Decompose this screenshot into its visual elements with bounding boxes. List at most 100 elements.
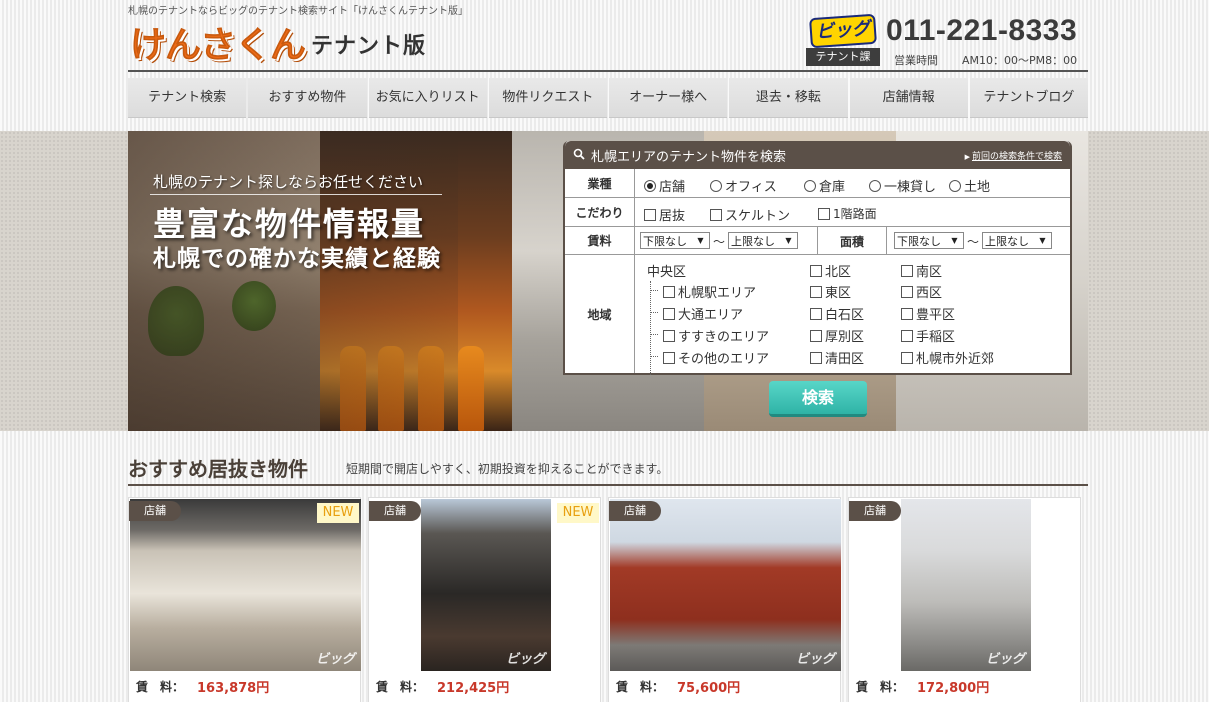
type-radio-office[interactable]: オフィス [710,176,777,195]
type-radio-store[interactable]: 店舗 [644,176,685,195]
previous-search-link[interactable]: ▶ 前回の検索条件で検索 [965,149,1062,162]
rent-min-value: 下限なし [643,234,687,248]
region-check-susukino[interactable]: すすきのエリア [663,326,769,345]
feature-row: こだわり 居抜 スケルトン 1階路面 [565,198,1070,227]
ward-label: 清田区 [825,352,865,367]
nav-request[interactable]: 物件リクエスト [488,78,607,118]
radio-icon [869,179,881,192]
region-check-shiroishi[interactable]: 白石区 [810,304,864,323]
region-central: 中央区 [647,261,686,280]
feature-label: こだわり [565,198,635,226]
ward-label: 厚別区 [825,330,865,345]
region-row: 地域 中央区 札幌駅エリア 大通エリア すすきのエリア その他のエリア 北区 東… [565,255,1070,375]
nav-move-out[interactable]: 退去・移転 [729,78,848,118]
search-panel-title: 札幌エリアのテナント物件を検索 [591,150,787,165]
ward-label: 白石区 [825,308,865,323]
rent-label: 賃 料： [136,680,185,694]
listing-card[interactable]: ビッグ 店舗 賃 料： 75,600円 [608,497,841,702]
ward-label: 南区 [916,265,943,280]
region-label-other: その他のエリア [678,352,770,367]
region-check-kiyota[interactable]: 清田区 [810,348,864,367]
phone-number: 011-221-8333 [886,14,1078,47]
chevron-down-icon: ▼ [1039,236,1046,245]
region-check-toyohira[interactable]: 豊平区 [901,304,955,323]
photo-watermark: ビッグ [985,652,1025,667]
feature-check-inuki[interactable]: 居抜 [644,205,685,224]
type-label-store: 店舗 [659,180,686,195]
listing-card[interactable]: ビッグ 店舗 賃 料： 172,800円 [848,497,1081,702]
nav-tenant-search[interactable]: テナント検索 [128,78,247,118]
nav-recommended[interactable]: おすすめ物件 [248,78,367,118]
size-max-select[interactable]: 上限なし ▼ [982,232,1052,249]
type-radio-land[interactable]: 土地 [949,176,990,195]
checkbox-icon [663,307,675,320]
chevron-down-icon: ▼ [785,236,792,245]
nav-store-info[interactable]: 店舗情報 [849,78,968,118]
region-check-kita[interactable]: 北区 [810,261,851,280]
feature-check-ground-floor[interactable]: 1階路面 [818,205,877,222]
type-label-whole-building: 一棟貸し [884,180,937,195]
listing-card[interactable]: ビッグ 店舗 NEW 賃 料： 212,425円 [368,497,601,702]
tree-connector [650,281,651,375]
checkbox-icon [663,329,675,342]
central-ward-label: 中央区 [647,265,687,280]
search-panel-header: 札幌エリアのテナント物件を検索 ▶ 前回の検索条件で検索 [565,141,1070,169]
photo-watermark: ビッグ [795,652,835,667]
region-check-higashi[interactable]: 東区 [810,282,851,301]
region-label: 地域 [565,255,635,373]
type-label-warehouse: 倉庫 [819,180,846,195]
nav-blog[interactable]: テナントブログ [969,78,1088,118]
hours-label: 営業時間 [894,54,938,67]
region-check-suburbs[interactable]: 札幌市外近郊 [901,348,994,367]
region-check-sapporo-station[interactable]: 札幌駅エリア [663,282,756,301]
type-radio-whole-building[interactable]: 一棟貸し [869,176,936,195]
region-check-nishi[interactable]: 西区 [901,282,942,301]
listing-photo: ビッグ [421,499,551,671]
nav-owners[interactable]: オーナー様へ [609,78,728,118]
brand-badge: ビッグ [809,13,877,49]
type-radio-warehouse[interactable]: 倉庫 [804,176,845,195]
rent-max-select[interactable]: 上限なし ▼ [728,232,798,249]
header-divider [128,70,1088,72]
hero-rule [150,194,442,195]
site-logo[interactable]: けんさくん テナント版 [130,18,426,68]
contact-block: ビッグ テナント課 011-221-8333 営業時間 AM10：00～PM8：… [806,13,1090,70]
chevron-down-icon: ▼ [951,236,958,245]
rent-min-select[interactable]: 下限なし ▼ [640,232,710,249]
chevron-down-icon: ▼ [697,236,704,245]
listing-rent: 172,800円 [917,681,990,696]
region-check-odori[interactable]: 大通エリア [663,304,743,323]
bar-stool-graphic [458,346,484,431]
ward-label: 豊平区 [916,308,956,323]
region-check-minami[interactable]: 南区 [901,261,942,280]
tree-branch [650,290,658,291]
region-check-atsubetsu[interactable]: 厚別区 [810,326,864,345]
global-nav: テナント検索 おすすめ物件 お気に入りリスト 物件リクエスト オーナー様へ 退去… [128,78,1088,118]
ward-label: 西区 [916,286,943,301]
rent-label: 賃 料： [856,680,905,694]
nav-favorites[interactable]: お気に入りリスト [368,78,487,118]
hero-subheadline: 札幌での確かな実績と経験 [153,246,441,272]
listing-rent: 163,878円 [197,681,270,696]
listing-photo: ビッグ [901,499,1031,671]
listing-card[interactable]: ビッグ 店舗 NEW 賃 料： 163,878円 [128,497,361,702]
region-check-teine[interactable]: 手稲区 [901,326,955,345]
ward-label: 手稲区 [916,330,956,345]
department-label: テナント課 [806,48,880,66]
rent-size-row: 賃料 下限なし ▼ ～ 上限なし ▼ 面積 下限なし ▼ ～ 上限なし ▼ [565,227,1070,255]
checkbox-icon [644,208,656,221]
ward-label: 北区 [825,265,852,280]
size-min-select[interactable]: 下限なし ▼ [894,232,964,249]
ward-label: 札幌市外近郊 [916,352,995,367]
feature-label-ground-floor: 1階路面 [833,207,877,221]
feature-check-skeleton[interactable]: スケルトン [710,205,790,224]
radio-icon [949,179,961,192]
checkbox-icon [901,264,913,277]
checkbox-icon [901,351,913,364]
tree-branch [650,334,658,335]
region-check-other[interactable]: その他のエリア [663,348,769,367]
region-label-susukino: すすきのエリア [678,330,770,345]
search-button[interactable]: 検索 [769,381,867,417]
type-label-land: 土地 [964,180,991,195]
checkbox-icon [810,351,822,364]
